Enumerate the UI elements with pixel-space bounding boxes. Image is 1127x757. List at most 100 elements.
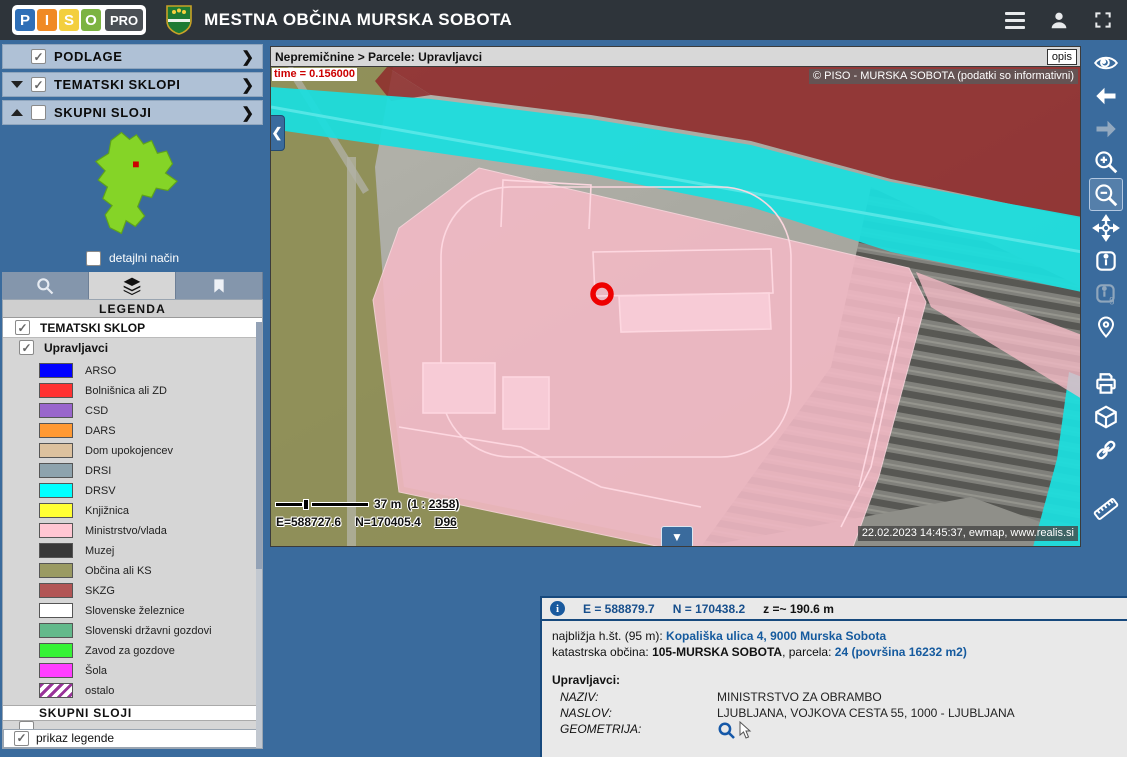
sidebar-panel-skupni-sloji[interactable]: SKUPNI SLOJI ❯: [2, 100, 263, 125]
legend-item: ostalo: [39, 681, 262, 701]
legend-group-row[interactable]: TEMATSKI SKLOP: [3, 318, 262, 338]
tab-search[interactable]: [2, 272, 89, 299]
legend-swatch: [39, 463, 73, 478]
sidebar-collapse-handle[interactable]: ❮: [270, 115, 285, 151]
legend-swatch: [39, 523, 73, 538]
legend-swatch: [39, 423, 73, 438]
podlage-checkbox[interactable]: [31, 49, 46, 64]
parcel-link[interactable]: 24 (površina 16232 m2): [835, 645, 967, 659]
tematski-checkbox[interactable]: [31, 77, 46, 92]
legend-item: Knjižnica: [39, 501, 262, 521]
tab-bookmarks[interactable]: [176, 272, 263, 299]
legend-item: Bolnišnica ali ZD: [39, 381, 262, 401]
map-copyright: © PISO - MURSKA SOBOTA (podatki so infor…: [809, 69, 1078, 84]
municipality-shape: [95, 132, 176, 233]
legend-footer: prikaz legende: [3, 729, 262, 748]
piso-app: P I S O PRO MESTNA OBČINA MURSKA SOBOTA: [0, 0, 1127, 757]
chevron-right-icon: ❯: [241, 76, 254, 94]
fullscreen-icon[interactable]: [1091, 8, 1115, 32]
legend-item: DRSI: [39, 461, 262, 481]
legend-label: ARSO: [85, 365, 116, 377]
skupni-sloji-section[interactable]: SKUPNI SLOJI: [3, 705, 262, 722]
legend-swatch: [39, 443, 73, 458]
cursor-coordinates: E=588727.6 N=170405.4 D96: [276, 515, 457, 529]
legend-label: Dom upokojencev: [85, 445, 173, 457]
legend-label: ostalo: [85, 685, 114, 697]
legend-swatch: [39, 623, 73, 638]
table-row: NAZIV: MINISTRSTVO ZA OBRAMBO: [552, 689, 1127, 705]
map-canvas[interactable]: time = 0.156000 © PISO - MURSKA SOBOTA (…: [270, 67, 1081, 547]
legend-item: Dom upokojencev: [39, 441, 262, 461]
legend-item: Zavod za gozdove: [39, 641, 262, 661]
legend-panel: LEGENDA TEMATSKI SKLOP Upravljavci ARSOB…: [2, 299, 263, 749]
legend-swatch: [39, 603, 73, 618]
upravljavci-checkbox[interactable]: [19, 340, 34, 355]
print-icon[interactable]: [1089, 367, 1123, 400]
share-link-icon[interactable]: [1089, 433, 1123, 466]
pan-icon[interactable]: [1089, 211, 1123, 244]
tab-layers[interactable]: [89, 272, 176, 299]
legend-swatch: [39, 583, 73, 598]
scale-ratio: (1 : 2358): [407, 497, 459, 511]
detail-mode-checkbox[interactable]: [86, 251, 101, 266]
identify-icon[interactable]: [1089, 244, 1123, 277]
view-eye-icon[interactable]: [1089, 46, 1123, 79]
history-forward-icon[interactable]: [1089, 112, 1123, 145]
scale-distance: 37 m: [374, 497, 401, 511]
3d-view-icon[interactable]: [1089, 400, 1123, 433]
sidebar-panel-tematski-sklopi[interactable]: TEMATSKI SKLOPI ❯: [2, 72, 263, 97]
legend-label: DARS: [85, 425, 116, 437]
tematski-sklop-checkbox[interactable]: [15, 320, 30, 335]
svg-text:g: g: [1109, 294, 1114, 305]
page-title: MESTNA OBČINA MURSKA SOBOTA: [204, 10, 512, 30]
nearest-address-line: najbližja h.št. (95 m): Kopališka ulica …: [552, 628, 1127, 644]
legend-subgroup-row[interactable]: Upravljavci: [3, 338, 262, 358]
mouse-cursor-icon: [738, 721, 752, 739]
zoom-out-icon[interactable]: [1089, 178, 1123, 211]
history-back-icon[interactable]: [1089, 79, 1123, 112]
identify-group-icon[interactable]: g: [1089, 277, 1123, 310]
legend-item: ARSO: [39, 361, 262, 381]
datum-link[interactable]: D96: [435, 515, 457, 529]
legend-label: Slovenske železnice: [85, 605, 185, 617]
section-title: Upravljavci:: [552, 673, 1127, 687]
legend-label: Šola: [85, 665, 107, 677]
address-link[interactable]: Kopališka ulica 4, 9000 Murska Sobota: [666, 629, 886, 643]
sidebar-panel-podlage[interactable]: PODLAGE ❯: [2, 44, 263, 69]
measure-ruler-icon[interactable]: [1089, 492, 1123, 525]
legend-items: ARSOBolnišnica ali ZDCSDDARSDom upokojen…: [3, 358, 262, 701]
map-toolbar: g: [1085, 46, 1127, 525]
menu-icon[interactable]: [1003, 8, 1027, 32]
show-legend-checkbox[interactable]: [14, 731, 29, 746]
user-icon[interactable]: [1047, 8, 1071, 32]
show-geometry-icon[interactable]: [717, 721, 736, 740]
panel-label: TEMATSKI SKLOPI: [54, 77, 180, 92]
panel-label: SKUPNI SLOJI: [54, 105, 152, 120]
logo-letter-o: O: [81, 9, 101, 31]
legend-item: Šola: [39, 661, 262, 681]
chevron-right-icon: ❯: [241, 104, 254, 122]
legend-scrollbar[interactable]: [256, 322, 262, 748]
table-row: GEOMETRIJA:: [552, 721, 1127, 743]
info-icon: i: [550, 601, 565, 616]
legend-label: Bolnišnica ali ZD: [85, 385, 167, 397]
legend-item: Muzej: [39, 541, 262, 561]
map-breadcrumb-bar: Nepremičnine > Parcele: Upravljavci opis: [270, 46, 1081, 67]
collapse-triangle-icon[interactable]: [11, 81, 23, 88]
municipality-overview-map[interactable]: [2, 128, 263, 246]
legend-swatch: [39, 363, 73, 378]
map-column: Nepremičnine > Parcele: Upravljavci opis: [270, 46, 1081, 547]
selected-elevation: z =~ 190.6 m: [763, 602, 834, 616]
zoom-in-icon[interactable]: [1089, 145, 1123, 178]
scale-ratio-link[interactable]: 2358: [429, 497, 456, 511]
attributes-table: NAZIV: MINISTRSTVO ZA OBRAMBO NASLOV: LJ…: [552, 689, 1127, 743]
skupni-checkbox[interactable]: [31, 105, 46, 120]
piso-logo[interactable]: P I S O PRO: [12, 5, 146, 35]
opis-button[interactable]: opis: [1047, 49, 1077, 65]
location-pin-icon[interactable]: [1089, 310, 1123, 343]
expand-triangle-icon[interactable]: [11, 109, 23, 116]
sidebar: PODLAGE ❯ TEMATSKI SKLOPI ❯ SKUPNI SLOJI…: [2, 44, 263, 749]
panel-collapse-button[interactable]: ▼: [661, 526, 693, 546]
top-header: P I S O PRO MESTNA OBČINA MURSKA SOBOTA: [0, 0, 1127, 40]
scale-bar: 37 m (1 : 2358): [276, 497, 459, 511]
